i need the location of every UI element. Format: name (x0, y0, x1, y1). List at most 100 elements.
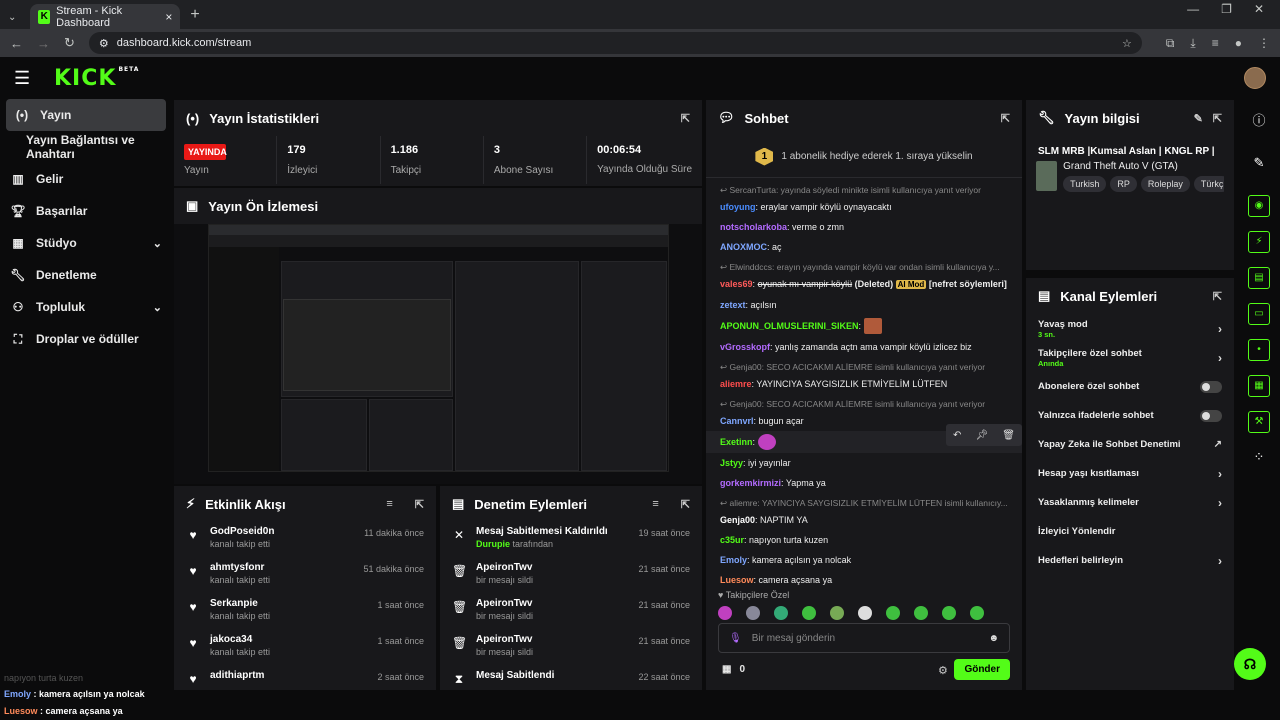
tab-close-icon[interactable]: × (165, 10, 172, 24)
chat-username[interactable]: Jstyy (720, 458, 743, 468)
chat-message[interactable]: zetext: açılsın (706, 295, 1022, 315)
emote-icon[interactable] (886, 606, 900, 620)
emote-icon[interactable] (746, 606, 760, 620)
popout-icon[interactable]: ⇱ (681, 498, 690, 511)
layout-icon[interactable]: ▦ (1248, 375, 1270, 397)
action-ai-moderation[interactable]: Yapay Zeka ile Sohbet Denetimi ↗ (1026, 430, 1234, 459)
chat-settings-icon[interactable]: ⚙ (938, 664, 948, 677)
broadcast-icon[interactable]: • (1248, 339, 1270, 361)
tag[interactable]: Türkç (1193, 176, 1224, 192)
action-subs-only[interactable]: Abonelere özel sohbet (1026, 372, 1234, 401)
sidebar-item-studyo[interactable]: ▦ Stüdyo ⌄ (0, 227, 172, 259)
stream-preview-video[interactable] (208, 224, 669, 472)
tag[interactable]: Roleplay (1140, 176, 1190, 192)
popout-icon[interactable]: ⇱ (1001, 112, 1010, 125)
apps-icon[interactable]: ⁘ (1248, 447, 1270, 469)
emote-icon[interactable] (970, 606, 984, 620)
popout-icon[interactable]: ⇱ (681, 112, 690, 125)
edit-icon[interactable]: ✎ (1248, 153, 1270, 175)
moderator-name[interactable]: Durupie (476, 539, 510, 549)
popout-icon[interactable]: ⇱ (1213, 112, 1222, 125)
emote-icon[interactable] (718, 606, 732, 620)
sidebar-item-topluluk[interactable]: ⚇ Topluluk ⌄ (0, 291, 172, 323)
download-icon[interactable]: ⤓ (1190, 36, 1195, 51)
chat-icon[interactable]: ▭ (1248, 303, 1270, 325)
chat-input[interactable]: 🎙︎ Bir mesaj gönderin ☻ (718, 623, 1010, 653)
action-emotes-only[interactable]: Yalnızca ifadelerle sohbet (1026, 401, 1234, 430)
sidebar-item-droplar[interactable]: ⛶ Droplar ve ödüller (0, 323, 172, 355)
chat-message[interactable]: ANOXMOC: aç (706, 237, 1022, 257)
profile-icon[interactable]: ● (1235, 36, 1242, 51)
chat-message[interactable]: Luesow: camera açsana ya (706, 570, 1022, 590)
extensions-icon[interactable]: ⧉ (1166, 36, 1175, 51)
action-slow-mode[interactable]: Yavaş mod 3 sn. › (1026, 314, 1234, 343)
emotes-only-toggle[interactable] (1200, 409, 1222, 422)
delete-icon[interactable]: 🗑︎ (1002, 430, 1015, 441)
emote-icon[interactable] (774, 606, 788, 620)
chat-username[interactable]: aliemre (720, 379, 752, 389)
subs-only-toggle[interactable] (1200, 380, 1222, 393)
channel-points[interactable]: ▦ 0 (722, 664, 745, 675)
chevron-down-icon[interactable]: ⌄ (153, 301, 162, 314)
tag[interactable]: Turkish (1063, 176, 1107, 192)
chat-message[interactable]: vales69: oyunak mı vampir köylü (Deleted… (706, 274, 1022, 295)
emote-icon[interactable] (830, 606, 844, 620)
wrench-icon[interactable]: ⚒ (1248, 411, 1270, 433)
sidebar-item-basarilar[interactable]: 🏆︎ Başarılar (0, 195, 172, 227)
support-headset-icon[interactable]: ☊ (1234, 648, 1266, 680)
chat-message[interactable]: gorkemkirmizi: Yapma ya (706, 473, 1022, 493)
microphone-icon[interactable]: 🎙︎ (729, 633, 742, 644)
pin-icon[interactable]: 📌︎ (975, 430, 988, 441)
chat-message[interactable]: notscholarkoba: verme o zmn (706, 217, 1022, 237)
emote-icon[interactable] (942, 606, 956, 620)
tag[interactable]: RP (1110, 176, 1137, 192)
chat-username[interactable]: ANOXMOC (720, 242, 767, 252)
filter-icon[interactable]: ≡ (652, 498, 658, 510)
chat-username[interactable]: ufoyung (720, 202, 756, 212)
chat-username[interactable]: zetext (720, 300, 746, 310)
edit-icon[interactable]: ✎ (1194, 112, 1203, 125)
chat-message[interactable]: c35ur: napıyon turta kuzen (706, 530, 1022, 550)
menu-icon[interactable]: ⋮ (1258, 36, 1270, 51)
reply-icon[interactable]: ↶ (953, 430, 961, 441)
chat-username[interactable]: Cannvrl (720, 416, 754, 426)
new-tab-icon[interactable]: + (190, 6, 199, 24)
forward-icon[interactable]: → (37, 36, 50, 51)
chat-username[interactable]: vales69 (720, 279, 753, 289)
window-close-icon[interactable]: ✕ (1254, 2, 1264, 16)
action-account-age[interactable]: Hesap yaşı kısıtlaması › (1026, 459, 1234, 488)
chat-username[interactable]: c35ur (720, 535, 744, 545)
chat-username[interactable]: Genja00 (720, 515, 755, 525)
kick-logo[interactable]: KICK BETA (54, 66, 139, 91)
chevron-down-icon[interactable]: ⌄ (153, 237, 162, 250)
filter-icon[interactable]: ≡ (386, 498, 392, 510)
back-icon[interactable]: ← (10, 36, 23, 51)
sidebar-item-yayin[interactable]: (•) Yayın (6, 99, 166, 131)
sidebar-item-denetleme[interactable]: 🔧︎ Denetleme (0, 259, 172, 291)
action-raid[interactable]: İzleyici Yönlendir (1026, 517, 1234, 546)
chat-username[interactable]: APONUN_OLMUSLERINI_SIKEN (720, 319, 859, 333)
chat-message[interactable]: vGrosskopf: yanlış zamanda açtn ama vamp… (706, 337, 1022, 357)
gift-leaderboard-banner[interactable]: 1 1 abonelik hediye ederek 1. sıraya yük… (706, 136, 1022, 178)
reload-icon[interactable]: ↻ (64, 35, 75, 51)
user-avatar[interactable] (1244, 67, 1266, 89)
document-icon[interactable]: ▤ (1248, 267, 1270, 289)
send-button[interactable]: Gönder (954, 659, 1010, 680)
chat-message[interactable]: APONUN_OLMUSLERINI_SIKEN: (706, 315, 1022, 337)
media-icon[interactable]: ≡ (1212, 36, 1219, 51)
info-icon[interactable]: ⓘ (1248, 111, 1270, 133)
chat-username[interactable]: vGrosskopf (720, 342, 770, 352)
sidebar-item-gelir[interactable]: ▥ Gelir (0, 163, 172, 195)
url-field[interactable]: ⚙ dashboard.kick.com/stream ☆ (88, 32, 1142, 54)
action-followers-only[interactable]: Takipçilere özel sohbet Anında › (1026, 343, 1234, 372)
chat-username[interactable]: Exetinn (720, 435, 753, 449)
tab-search-icon[interactable]: ⌄ (8, 12, 16, 23)
chat-message[interactable]: Genja00: NAPTIM YA (706, 510, 1022, 530)
maximize-icon[interactable]: ❐ (1221, 2, 1232, 16)
camera-icon[interactable]: ◉ (1248, 195, 1270, 217)
chat-message[interactable]: ufoyung: eraylar vampir köylü oynayacakt… (706, 197, 1022, 217)
browser-tab[interactable]: K Stream - Kick Dashboard × (30, 4, 181, 29)
chat-username[interactable]: Luesow (720, 575, 754, 585)
emote-icon[interactable] (858, 606, 872, 620)
minimize-icon[interactable]: — (1187, 2, 1199, 16)
